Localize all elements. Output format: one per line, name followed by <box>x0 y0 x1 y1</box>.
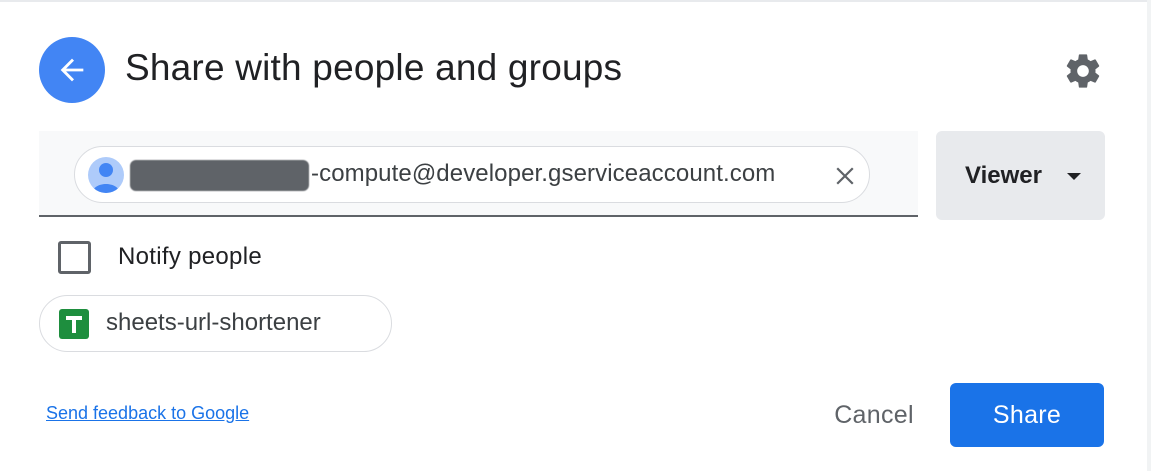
dialog-title: Share with people and groups <box>125 47 623 88</box>
gear-icon <box>1066 54 1100 88</box>
close-icon <box>836 167 854 185</box>
right-edge <box>1147 0 1151 471</box>
google-sheets-icon <box>59 309 89 339</box>
top-edge <box>0 0 1151 2</box>
share-button[interactable]: Share <box>950 383 1104 447</box>
arrow-left-icon <box>60 58 84 82</box>
notify-label: Notify people <box>118 243 262 270</box>
role-dropdown[interactable]: Viewer <box>936 131 1105 220</box>
send-feedback-link[interactable]: Send feedback to Google <box>46 403 249 424</box>
caret-down-icon <box>1067 173 1081 180</box>
file-name: sheets-url-shortener <box>106 309 321 336</box>
file-chip: sheets-url-shortener <box>39 295 392 352</box>
remove-recipient-button[interactable] <box>830 161 860 191</box>
role-label: Viewer <box>965 162 1042 189</box>
notify-people-row[interactable]: Notify people <box>58 240 262 274</box>
recipient-email: -compute@developer.gserviceaccount.com <box>311 160 776 187</box>
recipient-input-area[interactable]: -compute@developer.gserviceaccount.com <box>39 131 918 217</box>
share-dialog: Share with people and groups -compute@de… <box>0 0 1148 471</box>
cancel-button[interactable]: Cancel <box>812 383 936 447</box>
recipient-chip[interactable]: -compute@developer.gserviceaccount.com <box>74 146 870 203</box>
redacted-text <box>130 160 309 191</box>
notify-checkbox[interactable] <box>58 240 91 274</box>
back-button[interactable] <box>39 37 105 103</box>
person-icon <box>88 157 124 193</box>
settings-button[interactable] <box>1060 48 1106 94</box>
